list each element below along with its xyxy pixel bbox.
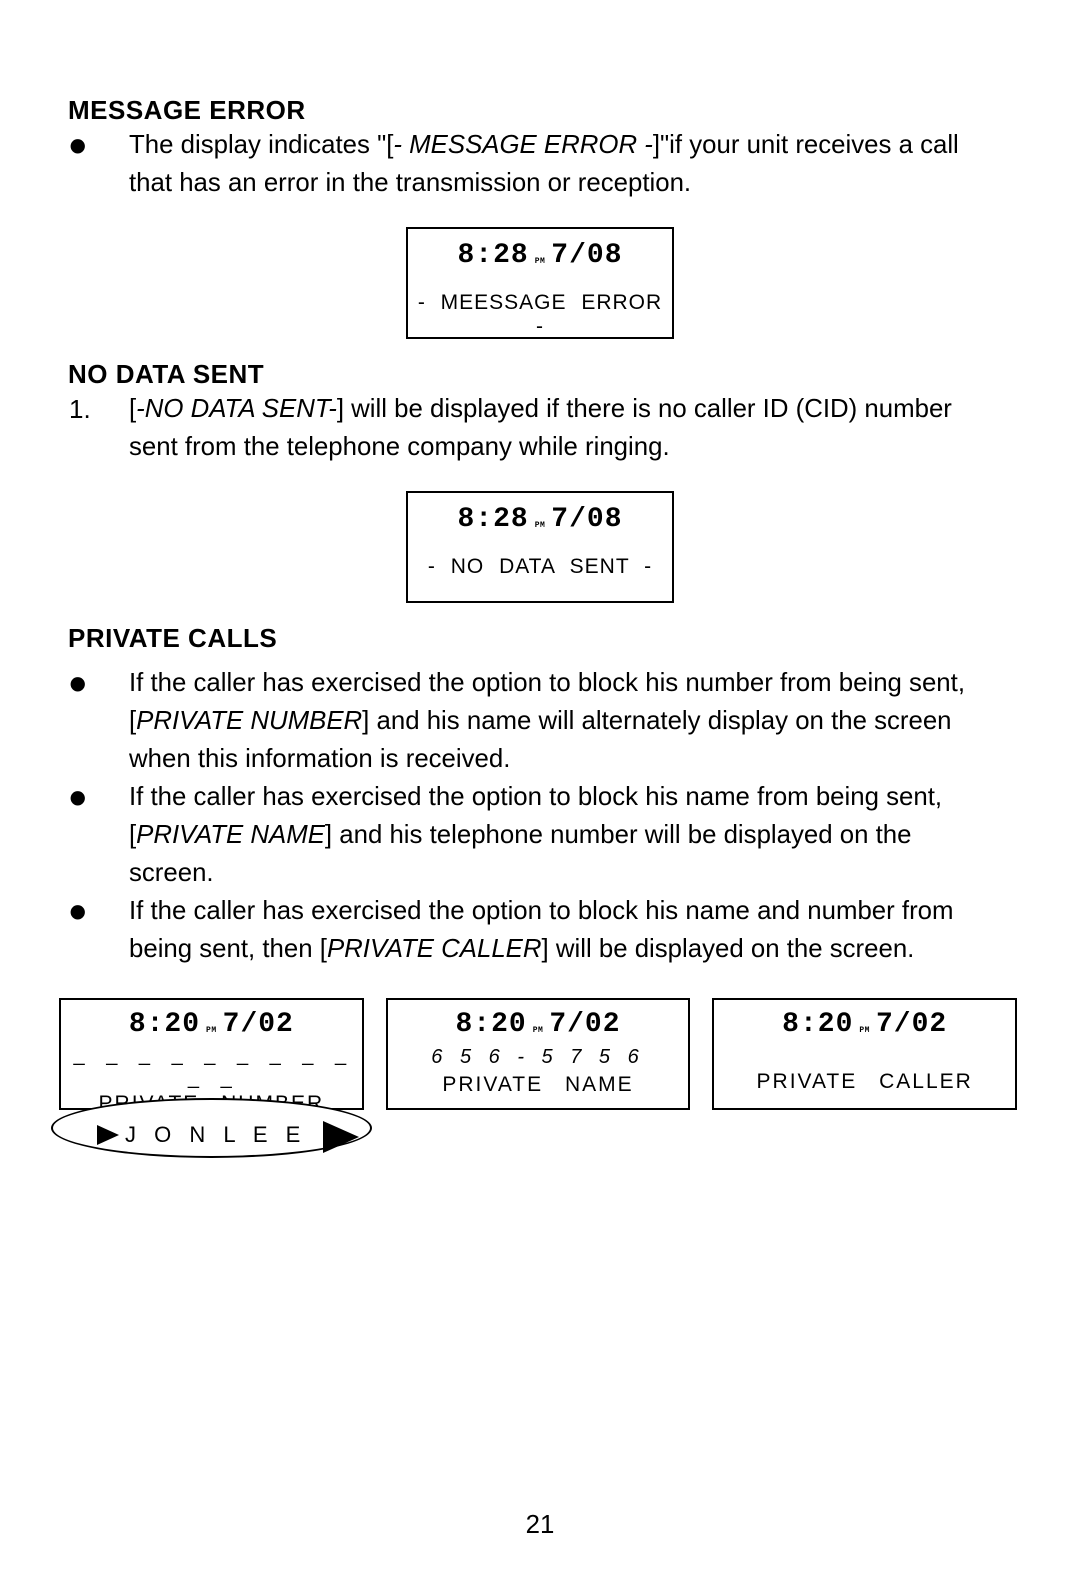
lcd-phone-number: 6 5 6 - 5 7 5 6 xyxy=(388,1046,689,1069)
number-bullet: 1. xyxy=(69,390,129,466)
manual-page: MESSAGE ERROR • The display indicates "[… xyxy=(0,0,1080,1575)
lcd-time-row: 8:28 PM 7/08 xyxy=(408,237,672,271)
lcd-time-row: 8:20 PM 7/02 xyxy=(61,1006,362,1040)
lcd-private-number: 8:20 PM 7/02 _ _ _ _ _ _ _ _ _ _ _ PRIVA… xyxy=(59,998,364,1110)
lcd-pm: PM xyxy=(533,1026,544,1040)
alternate-name-content: J O N L E E xyxy=(59,1120,364,1148)
list-item: • If the caller has exercised the option… xyxy=(45,778,1035,892)
lcd-private-name: 8:20 PM 7/02 6 5 6 - 5 7 5 6 PRIVATE NAM… xyxy=(386,998,691,1110)
text: ] will be displayed on the screen. xyxy=(542,935,915,963)
lcd-no-data-sent: 8:28 PM 7/08 - NO DATA SENT - xyxy=(406,491,674,603)
list-private-calls: • If the caller has exercised the option… xyxy=(45,664,1035,968)
lcd-time: 8:20 xyxy=(455,1009,526,1040)
list-message-error: • The display indicates "[- MESSAGE ERRO… xyxy=(45,126,1035,202)
lcd-private-caller: 8:20 PM 7/02 PRIVATE CALLER xyxy=(712,998,1017,1110)
list-item-body: If the caller has exercised the option t… xyxy=(129,892,1000,968)
lcd-message: - MEESSAGE ERROR - xyxy=(408,291,672,339)
alternate-name-text: J O N L E E xyxy=(125,1122,306,1148)
list-item: 1. [-NO DATA SENT-] will be displayed if… xyxy=(45,390,1035,466)
lcd-time: 8:20 xyxy=(782,1009,853,1040)
list-no-data-sent: 1. [-NO DATA SENT-] will be displayed if… xyxy=(45,390,1035,466)
list-item-body: [-NO DATA SENT-] will be displayed if th… xyxy=(129,390,1000,466)
heading-private-calls: PRIVATE CALLS xyxy=(68,623,1035,654)
lcd-date: 7/08 xyxy=(551,504,622,535)
italic-text: PRIVATE NAME xyxy=(136,821,325,849)
page-number: 21 xyxy=(0,1511,1080,1540)
lcd-time: 8:28 xyxy=(457,504,528,535)
heading-no-data-sent: NO DATA SENT xyxy=(68,359,1035,390)
lcd-time: 8:20 xyxy=(129,1009,200,1040)
lcd-pm: PM xyxy=(535,257,546,271)
italic-text: PRIVATE CALLER xyxy=(327,935,542,963)
lcd-pm: PM xyxy=(859,1026,870,1040)
italic-text: PRIVATE NUMBER xyxy=(136,707,362,735)
play-right-small-icon xyxy=(97,1125,119,1145)
list-item-body: The display indicates "[- MESSAGE ERROR … xyxy=(129,126,1000,202)
bullet-icon: • xyxy=(69,892,129,968)
play-right-icon xyxy=(323,1121,359,1153)
bullet-icon: • xyxy=(69,126,129,202)
private-displays-row: 8:20 PM 7/02 _ _ _ _ _ _ _ _ _ _ _ PRIVA… xyxy=(59,998,1017,1148)
lcd-date: 7/02 xyxy=(223,1009,294,1040)
lcd-date: 7/02 xyxy=(876,1009,947,1040)
lcd-pm: PM xyxy=(535,521,546,535)
lcd-dashes: _ _ _ _ _ _ _ _ _ _ _ xyxy=(61,1044,362,1090)
bullet-icon: • xyxy=(69,664,129,778)
lcd-time-row: 8:28 PM 7/08 xyxy=(408,501,672,535)
lcd-time: 8:28 xyxy=(457,240,528,271)
alternate-name-overlay: J O N L E E xyxy=(59,1120,364,1148)
lcd-time-row: 8:20 PM 7/02 xyxy=(388,1006,689,1040)
lcd-private-caller-label: PRIVATE CALLER xyxy=(714,1070,1015,1094)
private-caller-col: 8:20 PM 7/02 PRIVATE CALLER xyxy=(712,998,1017,1110)
bullet-icon: • xyxy=(69,778,129,892)
heading-message-error: MESSAGE ERROR xyxy=(68,95,1035,126)
list-item-body: If the caller has exercised the option t… xyxy=(129,664,1000,778)
lcd-date: 7/02 xyxy=(549,1009,620,1040)
lcd-time-row: 8:20 PM 7/02 xyxy=(714,1006,1015,1040)
list-item-body: If the caller has exercised the option t… xyxy=(129,778,1000,892)
lcd-message-error: 8:28 PM 7/08 - MEESSAGE ERROR - xyxy=(406,227,674,339)
text: The display indicates "[ xyxy=(129,131,393,159)
italic-text: - MESSAGE ERROR - xyxy=(393,131,652,159)
list-item: • The display indicates "[- MESSAGE ERRO… xyxy=(45,126,1035,202)
lcd-pm: PM xyxy=(206,1026,217,1040)
lcd-date: 7/08 xyxy=(551,240,622,271)
list-item: • If the caller has exercised the option… xyxy=(45,892,1035,968)
lcd-private-name-label: PRIVATE NAME xyxy=(388,1073,689,1097)
private-number-col: 8:20 PM 7/02 _ _ _ _ _ _ _ _ _ _ _ PRIVA… xyxy=(59,998,364,1148)
lcd-message: - NO DATA SENT - xyxy=(408,555,672,579)
list-item: • If the caller has exercised the option… xyxy=(45,664,1035,778)
italic-text: -NO DATA SENT- xyxy=(136,395,337,423)
private-name-col: 8:20 PM 7/02 6 5 6 - 5 7 5 6 PRIVATE NAM… xyxy=(386,998,691,1110)
